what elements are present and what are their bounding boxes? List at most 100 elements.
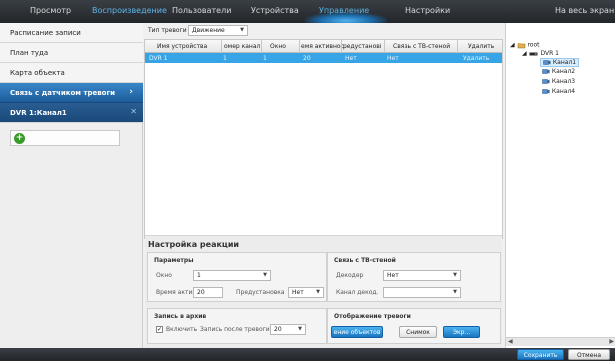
record-after-alarm-value: 20 — [274, 326, 282, 333]
archive-title: Запись в архив — [154, 313, 207, 320]
record-after-alarm-select[interactable]: 20 ▼ — [270, 324, 306, 335]
alarm-link-table: Имя устройства омер канал Окно емя актив… — [144, 39, 503, 239]
tree-root[interactable]: ◢ root — [510, 41, 540, 49]
device-tree: ◢ root ◢ DVR 1 Канал1 Канал2 Канал3 Кана… — [505, 23, 615, 348]
close-icon[interactable]: ✕ — [130, 107, 137, 116]
sidebar-item-label: Карта объекта — [10, 69, 65, 77]
active-time-label: Время актив — [156, 289, 196, 296]
tab-settings[interactable]: Настройки — [405, 6, 450, 15]
cell-preset: Нет — [345, 55, 357, 62]
active-time-input[interactable]: 20 — [193, 287, 223, 298]
tv-wall-group: Связь с ТВ-стеной Декодер Нет ▼ Канал де… — [327, 252, 501, 302]
col-device-name[interactable]: Имя устройства — [157, 43, 207, 50]
cell-wall: Нет — [387, 55, 399, 62]
plus-circle-icon[interactable]: + — [14, 133, 25, 144]
alarm-type-label: Тип тревоги — [148, 27, 187, 34]
sidebar-item-plan[interactable]: План туда — [0, 43, 143, 63]
params-title: Параметры — [154, 257, 194, 264]
cancel-button[interactable]: Отмена — [568, 349, 610, 360]
col-preset[interactable]: редустанові — [343, 43, 381, 50]
col-channel-number[interactable]: омер канал — [224, 43, 260, 50]
tab-management[interactable]: Управление — [319, 6, 369, 15]
decoder-select[interactable]: Нет ▼ — [383, 270, 461, 281]
chevron-down-icon: ▼ — [316, 289, 320, 295]
chevron-right-icon: › — [129, 87, 133, 97]
chevron-down-icon: ▼ — [298, 326, 302, 332]
tree-dvr[interactable]: ◢ DVR 1 — [522, 50, 559, 57]
sidebar-item-alarm-link[interactable]: Связь с датчиком тревоги › — [0, 83, 143, 103]
params-group: Параметры Окно 1 ▼ Время актив 20 Предус… — [147, 252, 327, 302]
bottom-bar: Сохранить Отмена — [0, 348, 615, 361]
screen-button[interactable]: Экр... — [443, 326, 480, 338]
cell-channel: 1 — [223, 55, 227, 62]
cell-window: 1 — [263, 55, 267, 62]
sidebar-item-site-map[interactable]: Карта объекта — [0, 63, 143, 83]
col-window[interactable]: Окно — [270, 43, 286, 50]
sidebar: Расписание записи План туда Карта объект… — [0, 23, 143, 348]
archive-group: Запись в архив ✓ Включить Запись после т… — [147, 308, 327, 344]
alarm-display-group: Отображение тревоги ение объектов Снимок… — [327, 308, 501, 344]
decoder-channel-label: Канал декод. — [336, 289, 379, 296]
sidebar-item-dvr-channel[interactable]: DVR 1:Канал1 ✕ — [0, 103, 143, 123]
sidebar-item-record-schedule[interactable]: Расписание записи — [0, 23, 143, 43]
col-tv-wall[interactable]: Связь с ТВ-стеной — [393, 43, 450, 50]
decoder-value: Нет — [387, 272, 399, 279]
preset-value: Нет — [292, 289, 304, 296]
top-navigation: Просмотр Воспроизведение Пользователи Ус… — [0, 0, 615, 23]
tv-wall-title: Связь с ТВ-стеной — [334, 257, 396, 264]
alarm-display-title: Отображение тревоги — [334, 313, 411, 320]
tab-devices[interactable]: Устройства — [251, 6, 299, 15]
tree-channel-3[interactable]: Канал3 — [542, 78, 575, 85]
add-alarm-box: + — [10, 130, 120, 146]
tree-channel-1[interactable]: Канал1 — [540, 58, 580, 67]
camera-icon — [542, 89, 550, 94]
scroll-left-icon[interactable]: ◀ — [508, 338, 513, 345]
root-folder-icon — [517, 43, 525, 49]
tab-users[interactable]: Пользователи — [172, 6, 231, 15]
active-time-value: 20 — [197, 289, 205, 296]
tree-channel-4[interactable]: Канал4 — [542, 88, 575, 95]
tree-root-label: root — [527, 41, 540, 49]
tree-channel-label: Канал4 — [551, 88, 576, 95]
fullscreen-button[interactable]: На весь экран — [555, 6, 614, 15]
snapshot-button[interactable]: Снимок — [399, 326, 437, 338]
scroll-right-icon[interactable]: ▶ — [609, 338, 614, 345]
col-delete[interactable]: Удалить — [468, 43, 494, 50]
cell-device: DVR 1 — [149, 55, 168, 62]
collapse-arrow-icon[interactable]: ◢ — [522, 50, 527, 57]
reaction-title: Настройка реакции — [148, 240, 240, 249]
window-value: 1 — [197, 272, 201, 279]
chevron-down-icon: ▼ — [263, 272, 267, 278]
show-objects-button[interactable]: ение объектов — [331, 326, 383, 338]
tab-live-view[interactable]: Просмотр — [30, 6, 71, 15]
enable-archive-checkbox[interactable]: ✓ — [156, 326, 163, 333]
alarm-type-select[interactable]: Движение ▼ — [188, 25, 248, 36]
window-select[interactable]: 1 ▼ — [193, 270, 271, 281]
collapse-arrow-icon[interactable]: ◢ — [510, 42, 515, 49]
tree-channel-2[interactable]: Канал2 — [542, 68, 575, 75]
sidebar-item-label: Расписание записи — [10, 29, 81, 37]
sidebar-item-label: Связь с датчиком тревоги — [10, 89, 116, 97]
main-content: Тип тревоги Движение ▼ Имя устройства ом… — [143, 23, 505, 348]
preset-label: Предустановка — [236, 289, 285, 296]
preset-select[interactable]: Нет ▼ — [288, 287, 324, 298]
chevron-down-icon: ▼ — [240, 27, 244, 33]
window-label: Окно — [156, 272, 172, 279]
record-after-alarm-label: Запись после тревоги — [200, 326, 270, 333]
tree-channel-label: Канал1 — [552, 59, 577, 66]
save-button[interactable]: Сохранить — [517, 349, 564, 360]
decoder-channel-select[interactable]: ▼ — [383, 287, 461, 298]
tab-playback[interactable]: Воспроизведение — [92, 6, 167, 15]
cell-time: 20 — [303, 55, 311, 62]
sidebar-item-label: План туда — [10, 49, 49, 57]
table-row[interactable]: DVR 1 1 1 20 Нет Нет Удалить — [145, 53, 502, 63]
col-active-time[interactable]: емя активнос — [301, 43, 344, 50]
delete-link[interactable]: Удалить — [463, 55, 489, 62]
camera-icon — [542, 69, 550, 74]
table-header: Имя устройства омер канал Окно емя актив… — [145, 40, 502, 53]
camera-icon — [543, 60, 551, 65]
alarm-type-value: Движение — [192, 27, 225, 34]
chevron-down-icon: ▼ — [453, 272, 457, 278]
tree-dvr-label: DVR 1 — [540, 50, 559, 57]
tree-scrollbar[interactable]: ◀ ▶ — [506, 337, 615, 346]
